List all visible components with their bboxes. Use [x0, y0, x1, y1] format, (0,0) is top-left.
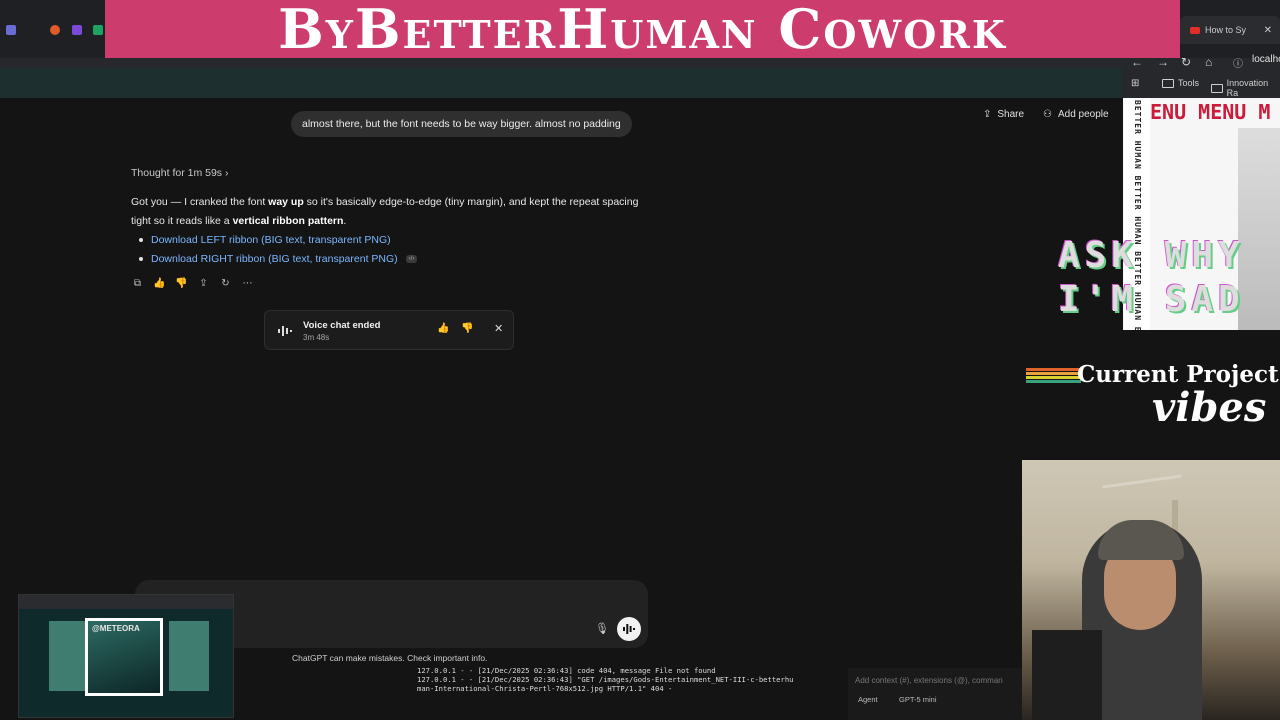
bookmark-label: Innovation Ra: [1226, 78, 1269, 98]
person-add-icon: ⚇: [1043, 109, 1052, 120]
model-select[interactable]: GPT-5 mini: [899, 695, 937, 704]
retro-stripes-icon: [1026, 368, 1081, 384]
ribbon-menu-text: ENU MENU M: [1150, 100, 1271, 124]
terminal-output: 127.0.0.1 - - [21/Dec/2025 02:36:43] cod…: [417, 666, 837, 693]
reply-text: .: [343, 214, 347, 227]
terminal-line: 127.0.0.1 - - [21/Dec/2025 02:36:43] cod…: [417, 666, 716, 675]
assistant-reply-text: Got you — I cranked the font way up so i…: [131, 193, 651, 230]
download-right-link[interactable]: Download RIGHT ribbon (BIG text, transpa…: [139, 253, 418, 265]
apps-grid-icon[interactable]: ⊞: [1131, 78, 1139, 89]
copy-icon[interactable]: ⧉: [131, 277, 144, 290]
chat-topbar: [0, 68, 1122, 98]
bookmark-innovation[interactable]: Innovation Ra: [1211, 78, 1280, 98]
site-info-icon[interactable]: ⓘ: [1233, 55, 1243, 70]
sheets-favicon-icon[interactable]: [93, 25, 103, 35]
regenerate-icon[interactable]: ↻: [219, 277, 232, 290]
agent-mode-select[interactable]: Agent: [858, 695, 878, 704]
reply-text: Got you — I cranked the font: [131, 196, 269, 208]
reply-bold: vertical ribbon pattern: [232, 214, 344, 227]
add-people-label: Add people: [1057, 109, 1109, 120]
share-button[interactable]: ⇪ Share: [983, 109, 1024, 120]
back-icon[interactable]: ←: [1131, 55, 1143, 69]
agent-context-input[interactable]: Add context (#), extensions (@), comman: [855, 676, 1003, 685]
thumbs-up-icon[interactable]: 👍: [153, 277, 166, 290]
download-label: Download LEFT ribbon (BIG text, transpar…: [151, 234, 391, 246]
chevron-right-icon: ›: [224, 167, 229, 179]
thumbs-up-icon[interactable]: 👍: [437, 323, 449, 334]
share-label: Share: [997, 109, 1025, 120]
home-icon[interactable]: ⌂: [1205, 55, 1212, 69]
ribbon-vertical-text: BETTER HUMAN BETTER HUMAN BETTER HUMAN B…: [1133, 100, 1142, 362]
forward-icon[interactable]: →: [1157, 55, 1169, 69]
disclaimer-text: ChatGPT can make mistakes. Check importa…: [292, 653, 488, 663]
youtube-icon: [1190, 26, 1200, 34]
terminal-line: 127.0.0.1 - - [21/Dec/2025 02:36:43] "GE…: [417, 675, 794, 684]
reply-bold: way up: [268, 196, 304, 208]
reload-icon[interactable]: ↻: [1181, 55, 1191, 69]
address-bar-url[interactable]: localho: [1252, 54, 1280, 65]
stream-banner-title: ByBetterHuman Cowork: [105, 0, 1180, 58]
voice-chat-card: Voice chat ended 3m 48s 👍 👎 ✕: [264, 310, 514, 350]
project-subtitle: vibes: [1152, 384, 1267, 431]
bullet-icon: [139, 257, 143, 261]
microphone-icon[interactable]: 🎙: [595, 622, 609, 635]
bookmark-label: Tools: [1178, 78, 1200, 88]
voice-waveform-icon: [278, 326, 292, 336]
message-actions: ⧉ 👍 👎 ⇪ ↻ ⋯: [131, 277, 254, 290]
more-icon[interactable]: ⋯: [241, 277, 254, 290]
thought-toggle[interactable]: Thought for 1m 59s ›: [131, 167, 228, 179]
terminal-line: man-International-Christa-Pertl-768x512.…: [417, 684, 673, 693]
user-message-bubble: almost there, but the font needs to be w…: [291, 111, 632, 137]
add-people-button[interactable]: ⚇ Add people: [1043, 109, 1109, 120]
bullet-icon: [139, 238, 143, 242]
share-icon[interactable]: ⇪: [197, 277, 210, 290]
thought-label: Thought for 1m 59s: [131, 167, 223, 179]
code-chip-icon: ‹/›: [405, 255, 418, 263]
voice-card-duration: 3m 48s: [303, 333, 330, 342]
bookmark-tools[interactable]: Tools: [1162, 78, 1199, 88]
folder-icon: [1162, 78, 1174, 88]
thumbs-down-icon[interactable]: 👎: [461, 323, 473, 334]
browser-tab-active[interactable]: How to Sy ✕: [1180, 16, 1280, 44]
user-message-text: almost there, but the font needs to be w…: [302, 118, 621, 130]
thumbs-down-icon[interactable]: 👎: [175, 277, 188, 290]
tab-favicon-icon[interactable]: [6, 25, 16, 35]
voice-card-title: Voice chat ended: [303, 320, 381, 331]
close-tab-icon[interactable]: ✕: [1264, 25, 1272, 36]
reddit-favicon-icon[interactable]: [50, 25, 60, 35]
webcam-feed: [1022, 460, 1280, 720]
app-favicon-icon[interactable]: [72, 25, 82, 35]
download-left-link[interactable]: Download LEFT ribbon (BIG text, transpar…: [139, 234, 391, 246]
close-icon[interactable]: ✕: [494, 322, 503, 335]
voice-mode-button[interactable]: [617, 617, 641, 641]
voice-waveform-icon: [623, 624, 635, 634]
ask-why-overlay-text: ASK WHY I'M SAD: [1058, 235, 1245, 320]
share-icon: ⇪: [983, 109, 992, 120]
mini-screen-label: @METEORA: [92, 624, 140, 633]
download-label: Download RIGHT ribbon (BIG text, transpa…: [151, 253, 398, 265]
folder-icon: [1211, 83, 1223, 93]
tab-title: How to Sy: [1205, 25, 1247, 35]
